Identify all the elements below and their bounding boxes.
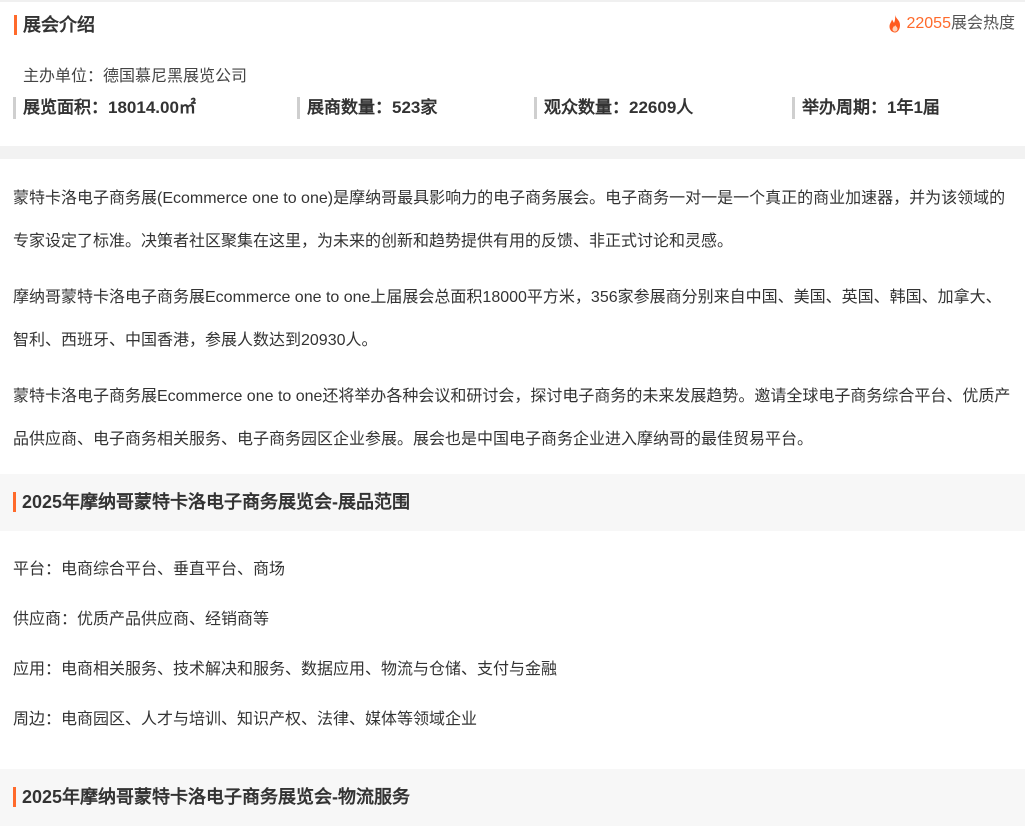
description-paragraph: 蒙特卡洛电子商务展(Ecommerce one to one)是摩纳哥最具影响力… <box>13 190 1006 250</box>
scope-list: 平台：电商综合平台、垂直平台、商场 供应商：优质产品供应商、经销商等 应用：电商… <box>0 531 1025 769</box>
description: 蒙特卡洛电子商务展(Ecommerce one to one)是摩纳哥最具影响力… <box>0 159 1025 461</box>
organizer: 主办单位：德国慕尼黑展览公司 <box>23 68 248 85</box>
section-title-scope: 2025年摩纳哥蒙特卡洛电子商务展览会-展品范围 <box>13 492 410 512</box>
exhibition-intro-card: 展会介绍 22055 展会热度 主办单位：德国慕尼黑展览公司 展览面积：1801… <box>0 2 1025 146</box>
scope-item: 平台：电商综合平台、垂直平台、商场 <box>13 561 286 578</box>
flame-icon <box>889 15 901 33</box>
heat-value: 22055 <box>906 15 951 32</box>
scope-item: 应用：电商相关服务、技术解决和服务、数据应用、物流与仓储、支付与金融 <box>13 661 558 678</box>
scope-header: 2025年摩纳哥蒙特卡洛电子商务展览会-展品范围 <box>0 474 1025 531</box>
logistics-header: 2025年摩纳哥蒙特卡洛电子商务展览会-物流服务 <box>0 769 1025 826</box>
heat-label: 展会热度 <box>950 15 1015 32</box>
stat-exhibitors: 展商数量：523家 <box>297 97 437 119</box>
description-paragraph: 摩纳哥蒙特卡洛电子商务展Ecommerce one to one上届展会总面积1… <box>13 289 1002 349</box>
stat-visitors: 观众数量：22609人 <box>534 97 693 119</box>
section-title-intro: 展会介绍 <box>14 15 95 35</box>
section-divider <box>0 146 1025 159</box>
description-paragraph: 蒙特卡洛电子商务展Ecommerce one to one还将举办各种会议和研讨… <box>13 388 1011 448</box>
stat-area: 展览面积：18014.00㎡ <box>13 97 196 119</box>
scope-item: 供应商：优质产品供应商、经销商等 <box>13 611 270 628</box>
stats-row: 展览面积：18014.00㎡ 展商数量：523家 观众数量：22609人 举办周… <box>0 97 1025 121</box>
scope-item: 周边：电商园区、人才与培训、知识产权、法律、媒体等领域企业 <box>13 711 478 728</box>
stat-frequency: 举办周期：1年1届 <box>792 97 940 119</box>
heat-indicator: 22055 展会热度 <box>886 13 1015 35</box>
section-title-logistics: 2025年摩纳哥蒙特卡洛电子商务展览会-物流服务 <box>13 787 410 807</box>
